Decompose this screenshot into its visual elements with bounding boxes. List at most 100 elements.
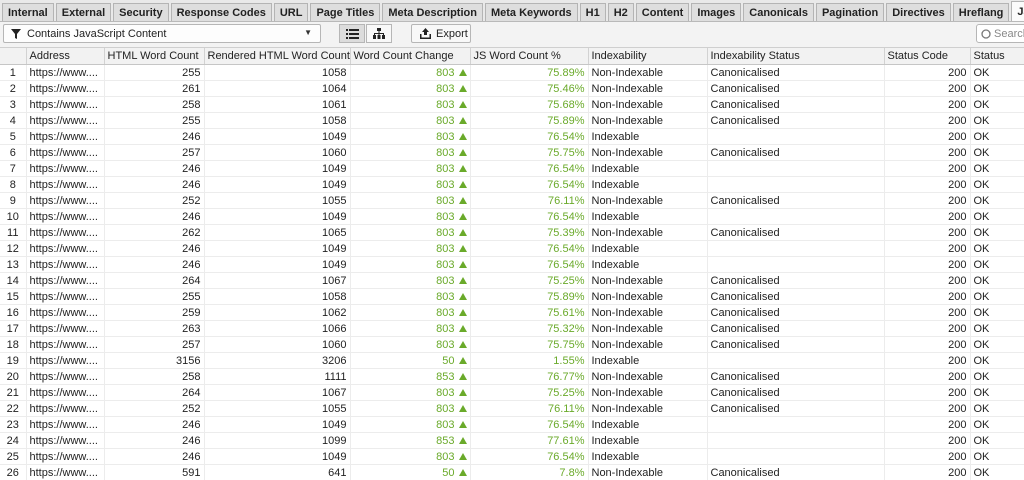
- table-row[interactable]: 14 https://www.... 264 1067 803 75.25% Non-Ind…: [0, 272, 1024, 289]
- triangle-up-icon: [458, 372, 467, 380]
- table-row[interactable]: 3 https://www.... 258 1061 803 75.68% Non-Inde…: [0, 96, 1024, 113]
- tab-meta-keywords[interactable]: Meta Keywords: [484, 3, 578, 21]
- word-count-change-value: 803: [436, 226, 455, 239]
- cell-indexability: Indexable: [588, 416, 708, 433]
- filter-dropdown[interactable]: Contains JavaScript Content ▼: [3, 24, 321, 43]
- table-row[interactable]: 7 https://www.... 246 1049 803 76.54% Indexabl…: [0, 160, 1024, 177]
- search-input[interactable]: Search: [976, 24, 1024, 43]
- tab-meta-description[interactable]: Meta Description: [382, 3, 483, 21]
- tab-pagination[interactable]: Pagination: [815, 3, 885, 21]
- chevron-down-icon: ▼: [304, 28, 312, 37]
- column-header-indexability-status[interactable]: Indexability Status: [707, 48, 885, 65]
- search-icon: [981, 28, 991, 39]
- export-button[interactable]: Export: [411, 24, 471, 43]
- cell-js-word-count-percent: 76.54%: [470, 176, 589, 193]
- table-row[interactable]: 15 https://www.... 255 1058 803 75.89% Non-Ind…: [0, 288, 1024, 305]
- data-grid[interactable]: Address HTML Word Count Rendered HTML Word…: [0, 48, 1024, 480]
- tab-canonicals[interactable]: Canonicals: [743, 3, 814, 21]
- table-row[interactable]: 20 https://www.... 258 1111 853 76.77% Non-Ind…: [0, 368, 1024, 385]
- column-header-address[interactable]: Address: [26, 48, 105, 65]
- tab-images[interactable]: Images: [691, 3, 742, 21]
- tab-h1[interactable]: H1: [579, 3, 606, 21]
- tab-url[interactable]: URL: [273, 3, 309, 21]
- table-row[interactable]: 8 https://www.... 246 1049 803 76.54% Indexabl…: [0, 176, 1024, 193]
- column-header-indexability[interactable]: Indexability: [588, 48, 708, 65]
- cell-rendered-html-word-count: 1049: [204, 208, 351, 225]
- column-header-js-word-count-percent[interactable]: JS Word Count %: [470, 48, 589, 65]
- table-row[interactable]: 25 https://www.... 246 1049 803 76.54% Indexab…: [0, 448, 1024, 465]
- cell-status-code: 200: [884, 336, 971, 353]
- cell-rendered-html-word-count: 1058: [204, 288, 351, 305]
- search-placeholder: Search: [994, 27, 1024, 40]
- tab-directives[interactable]: Directives: [886, 3, 951, 21]
- table-row[interactable]: 23 https://www.... 246 1049 803 76.54% Indexab…: [0, 416, 1024, 433]
- cell-rendered-html-word-count: 1049: [204, 128, 351, 145]
- triangle-up-icon: [458, 292, 467, 300]
- tab-internal[interactable]: Internal: [2, 3, 54, 21]
- cell-indexability: Indexable: [588, 448, 708, 465]
- table-row[interactable]: 16 https://www.... 259 1062 803 75.61% Non-Ind…: [0, 304, 1024, 321]
- cell-indexability-status: [707, 208, 885, 225]
- cell-html-word-count: 264: [104, 384, 205, 401]
- table-row[interactable]: 9 https://www.... 252 1055 803 76.11% Non-Inde…: [0, 192, 1024, 209]
- table-row[interactable]: 10 https://www.... 246 1049 803 76.54% Indexab…: [0, 208, 1024, 225]
- table-row[interactable]: 5 https://www.... 246 1049 803 76.54% Indexabl…: [0, 128, 1024, 145]
- tab-hreflang[interactable]: Hreflang: [952, 3, 1010, 21]
- list-view-button[interactable]: [339, 24, 365, 43]
- tab-javascript[interactable]: JavaScript: [1011, 1, 1024, 21]
- cell-indexability: Non-Indexable: [588, 400, 708, 417]
- table-row[interactable]: 17 https://www.... 263 1066 803 75.32% Non-Ind…: [0, 320, 1024, 337]
- triangle-up-icon: [458, 100, 467, 108]
- cell-indexability-status: [707, 176, 885, 193]
- cell-status: OK: [970, 448, 1024, 465]
- cell-status-code: 200: [884, 288, 971, 305]
- word-count-change-value: 803: [436, 322, 455, 335]
- column-header-word-count-change[interactable]: Word Count Change: [350, 48, 471, 65]
- table-row[interactable]: 11 https://www.... 262 1065 803 75.39% Non-Ind…: [0, 224, 1024, 241]
- word-count-change-value: 803: [436, 194, 455, 207]
- tab-external[interactable]: External: [55, 3, 112, 21]
- cell-js-word-count-percent: 75.25%: [470, 272, 589, 289]
- column-header-status-code[interactable]: Status Code: [884, 48, 971, 65]
- word-count-change-value: 803: [436, 258, 455, 271]
- tree-view-button[interactable]: [366, 24, 392, 43]
- cell-js-word-count-percent: 76.54%: [470, 256, 589, 273]
- tab-security[interactable]: Security: [113, 3, 169, 21]
- column-header-html-word-count[interactable]: HTML Word Count: [104, 48, 205, 65]
- table-row[interactable]: 2 https://www.... 261 1064 803 75.46% Non-Inde…: [0, 80, 1024, 97]
- table-row[interactable]: 6 https://www.... 257 1060 803 75.75% Non-Inde…: [0, 144, 1024, 161]
- cell-status-code: 200: [884, 352, 971, 369]
- table-row[interactable]: 21 https://www.... 264 1067 803 75.25% Non-Ind…: [0, 384, 1024, 401]
- column-header-status[interactable]: Status: [970, 48, 1024, 65]
- cell-status-code: 200: [884, 224, 971, 241]
- table-row[interactable]: 12 https://www.... 246 1049 803 76.54% Indexab…: [0, 240, 1024, 257]
- tab-response-codes[interactable]: Response Codes: [170, 3, 272, 21]
- cell-row-number: 5: [0, 128, 27, 145]
- cell-word-count-change: 803: [350, 80, 471, 97]
- table-row[interactable]: 4 https://www.... 255 1058 803 75.89% Non-Inde…: [0, 112, 1024, 129]
- table-row[interactable]: 24 https://www.... 246 1099 853 77.61% Indexab…: [0, 432, 1024, 449]
- cell-word-count-change: 803: [350, 112, 471, 129]
- tab-h2[interactable]: H2: [607, 3, 634, 21]
- cell-address: https://www....: [26, 224, 105, 241]
- table-row[interactable]: 18 https://www.... 257 1060 803 75.75% Non-Ind…: [0, 336, 1024, 353]
- tab-page-titles[interactable]: Page Titles: [310, 3, 381, 21]
- cell-js-word-count-percent: 76.11%: [470, 192, 589, 209]
- column-header-rendered-html-word-count[interactable]: Rendered HTML Word Count: [204, 48, 351, 65]
- cell-row-number: 17: [0, 320, 27, 337]
- column-header-row-number[interactable]: [0, 48, 27, 65]
- cell-html-word-count: 255: [104, 64, 205, 81]
- cell-row-number: 26: [0, 464, 27, 480]
- table-row[interactable]: 13 https://www.... 246 1049 803 76.54% Indexab…: [0, 256, 1024, 273]
- table-row[interactable]: 1 https://www.... 255 1058 803 75.89% Non-Inde…: [0, 64, 1024, 81]
- table-row[interactable]: 22 https://www.... 252 1055 803 76.11% Non-Ind…: [0, 400, 1024, 417]
- tab-content[interactable]: Content: [635, 3, 690, 21]
- cell-html-word-count: 252: [104, 400, 205, 417]
- cell-rendered-html-word-count: 1067: [204, 384, 351, 401]
- cell-indexability-status: [707, 416, 885, 433]
- table-row[interactable]: 19 https://www.... 3156 3206 50 1.55% Indexabl…: [0, 352, 1024, 369]
- cell-indexability-status: Canonicalised: [707, 96, 885, 113]
- cell-address: https://www....: [26, 176, 105, 193]
- cell-indexability: Non-Indexable: [588, 336, 708, 353]
- table-row[interactable]: 26 https://www.... 591 641 50 7.8% Non-Indexab…: [0, 464, 1024, 480]
